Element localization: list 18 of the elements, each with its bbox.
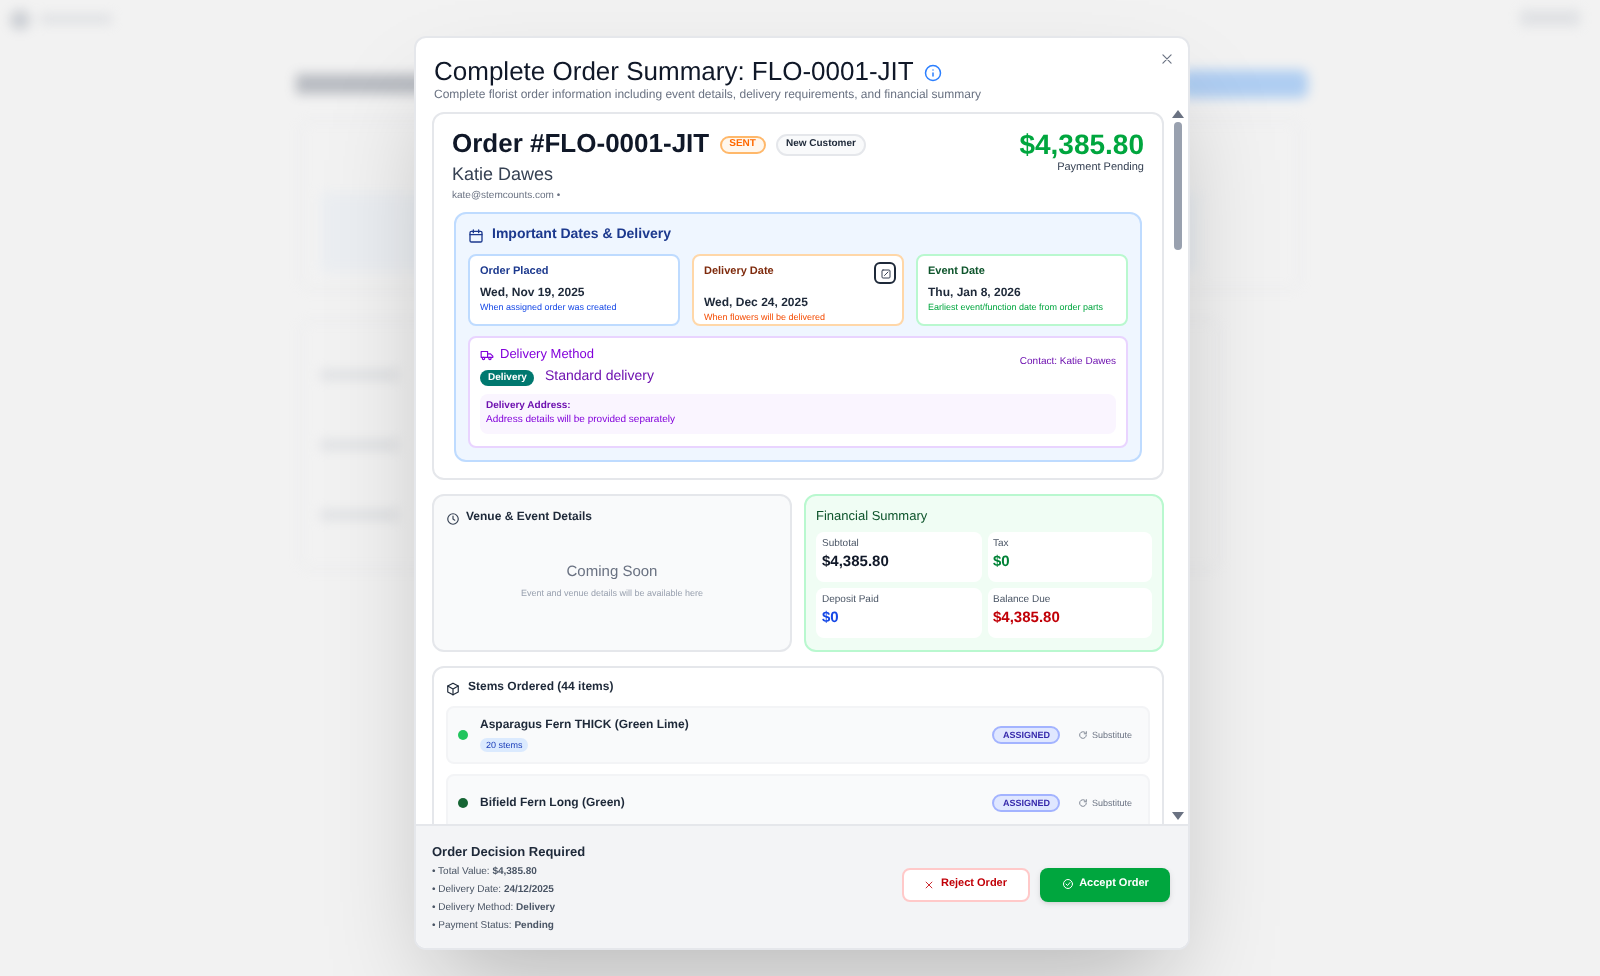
calendar-icon bbox=[468, 227, 484, 243]
edit-icon bbox=[879, 267, 891, 279]
customer-name: Katie Dawes bbox=[452, 162, 556, 186]
scrollbar[interactable] bbox=[1168, 106, 1188, 824]
clock-icon bbox=[446, 511, 460, 525]
truck-icon bbox=[480, 348, 494, 362]
package-icon bbox=[446, 681, 460, 695]
order-number: Order #FLO-0001-JIT bbox=[452, 128, 710, 160]
edit-date-button[interactable] bbox=[874, 262, 896, 284]
refresh-icon bbox=[1077, 798, 1088, 808]
dialog-title: Complete Order Summary: FLO-0001-JIT bbox=[434, 56, 914, 88]
info-icon bbox=[923, 63, 942, 81]
order-total: $4,385.80 bbox=[1019, 128, 1144, 162]
refresh-icon bbox=[1077, 730, 1088, 740]
check-circle-icon bbox=[1061, 878, 1074, 890]
close-button[interactable] bbox=[1156, 48, 1176, 68]
close-icon bbox=[1159, 51, 1173, 65]
close-icon bbox=[924, 879, 935, 889]
